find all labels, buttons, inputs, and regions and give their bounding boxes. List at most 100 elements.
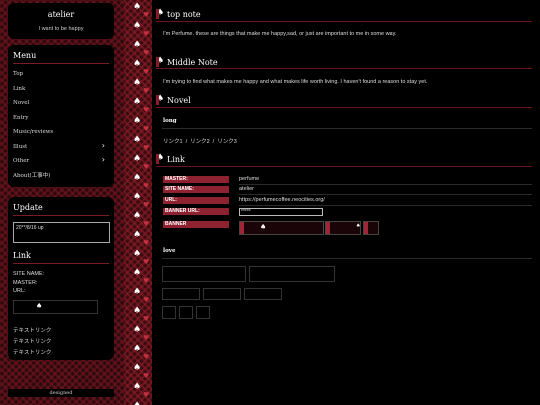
menu-item[interactable]: Top: [13, 70, 109, 85]
middle-note-text: I'm trying to find what makes me happy a…: [163, 79, 428, 85]
heart-icon: ♥: [143, 11, 150, 19]
heart-icon: ♥: [143, 258, 150, 266]
banner-image-large[interactable]: ♠: [239, 221, 324, 235]
banner-placeholder[interactable]: [244, 288, 282, 300]
novel-title: Novel: [167, 95, 191, 105]
spade-icon: ♠: [133, 78, 142, 88]
banner-image[interactable]: ♠: [13, 299, 98, 314]
spade-icon: ♠: [133, 192, 142, 202]
novel-link-list: リンク1/リンク2/リンク3: [163, 137, 237, 145]
chevron-right-icon: ›: [101, 140, 105, 150]
menu-panel: Menu Top Link Novel Entry Music/reviews Illus…: [8, 45, 114, 187]
spade-icon: ♠: [133, 2, 142, 12]
spade-icon: ♠: [133, 21, 142, 31]
spade-icon: ♠: [356, 223, 361, 229]
heart-icon: ♥: [143, 315, 150, 323]
link-heading: Link: [13, 251, 109, 264]
divider: [156, 166, 532, 167]
spade-icon: ♠: [133, 268, 142, 278]
site-name-row: SITE NAME: atelier: [163, 186, 532, 195]
menu-heading: Menu: [13, 51, 109, 64]
text-link[interactable]: テキストリンク: [13, 326, 109, 337]
link-separator: /: [185, 139, 188, 145]
url-value[interactable]: https://perfumecoffee.neocities.org/: [239, 197, 325, 204]
banner-placeholder[interactable]: [196, 306, 210, 319]
novel-link[interactable]: リンク3: [217, 139, 237, 145]
spade-icon: ♠: [133, 306, 142, 316]
heart-icon: ♥: [143, 144, 150, 152]
designed-footer: designed: [8, 389, 114, 397]
heart-icon: ♥: [143, 87, 150, 95]
spade-icon: ♠: [133, 382, 142, 392]
menu-item[interactable]: Music/reviews: [13, 128, 109, 143]
site-name-label: SITE NAME:: [163, 186, 229, 193]
site-title: atelier: [47, 10, 75, 19]
banner-placeholder[interactable]: [162, 306, 176, 319]
master-label: MASTER:: [163, 176, 229, 183]
site-name-value: atelier: [239, 186, 254, 192]
text-link[interactable]: テキストリンク: [13, 337, 109, 348]
banner-image-mini[interactable]: [363, 221, 379, 235]
text-link-list: テキストリンク テキストリンク テキストリンク: [13, 326, 109, 359]
novel-link[interactable]: リンク2: [190, 139, 210, 145]
menu-item[interactable]: Other ›: [13, 155, 109, 172]
spade-bullet-icon: [156, 8, 165, 19]
update-box: 20**/8/16 up: [13, 222, 110, 243]
spade-icon: ♠: [133, 249, 142, 259]
heart-icon: ♥: [143, 277, 150, 285]
heart-icon: ♥: [143, 30, 150, 38]
menu-item[interactable]: Link: [13, 85, 109, 100]
main-content: top note I'm Perfume. these are things t…: [152, 0, 540, 405]
master-value: perfume: [239, 176, 260, 182]
site-header-panel: atelier I want to be happy: [8, 3, 114, 39]
heart-icon: ♥: [143, 106, 150, 114]
spade-icon: ♠: [133, 211, 142, 221]
menu-item-label: Music/reviews: [13, 129, 54, 135]
banner-placeholder[interactable]: [162, 288, 200, 300]
chevron-right-icon: ›: [101, 155, 105, 164]
spade-icon: ♠: [36, 301, 43, 310]
menu-item[interactable]: Novel: [13, 99, 109, 114]
spade-bullet-icon: [156, 94, 165, 105]
heart-icon: ♥: [143, 125, 150, 133]
menu-item[interactable]: Entry: [13, 114, 109, 129]
menu-item[interactable]: About(工事中): [13, 172, 109, 187]
heart-icon: ♥: [143, 163, 150, 171]
top-note-heading: top note: [156, 8, 201, 19]
banner-url-label: BANNER URL:: [163, 208, 229, 215]
url-label: URL:: [163, 197, 229, 204]
banner-placeholder[interactable]: [179, 306, 193, 319]
heart-icon: ♥: [143, 334, 150, 342]
banner-image-small[interactable]: ♠: [325, 221, 361, 235]
divider: [239, 184, 532, 185]
banner-placeholder[interactable]: [249, 266, 335, 282]
spade-border-strip: ♠ ♥ ♠ ♥ ♠ ♥ ♠ ♥ ♠ ♥ ♠ ♥ ♠ ♥ ♠ ♥ ♠ ♥ ♠ ♥ ♠ ♥ ♠ ♥ ♠ ♥ ♠ ♥ ♠ ♥ ♠ ♥ ♠ ♥ ♠ ♥ ♠ ♥ ♠ ♥…: [124, 0, 152, 405]
link-section-heading: Link: [156, 153, 185, 164]
url-row: URL: https://perfumecoffee.neocities.org…: [163, 197, 532, 206]
link-section-title: Link: [167, 154, 185, 164]
spade-icon: ♠: [133, 116, 142, 126]
banner-placeholder[interactable]: [162, 266, 246, 282]
spade-icon: ♠: [133, 325, 142, 335]
menu-item-label: Top: [13, 71, 24, 77]
update-panel: Update 20**/8/16 up Link SITE NAME: MASTE…: [8, 197, 114, 360]
heart-icon: ♥: [143, 201, 150, 209]
menu-item-label: Illust: [13, 143, 28, 150]
menu-item[interactable]: Illust ›: [13, 140, 109, 158]
banner-url-row: BANNER URL: *****: [163, 208, 532, 216]
link-field: SITE NAME:: [13, 271, 45, 277]
spade-icon: ♠: [133, 363, 142, 373]
banner-placeholder[interactable]: [203, 288, 241, 300]
menu-item-label: About(工事中): [13, 172, 51, 179]
middle-note-heading: Middle Note: [156, 56, 218, 67]
menu-item-label: Entry: [13, 114, 29, 121]
banner-url-field[interactable]: *****: [239, 208, 323, 216]
master-row: MASTER: perfume: [163, 176, 532, 185]
novel-link[interactable]: リンク1: [163, 139, 183, 145]
text-link[interactable]: テキストリンク: [13, 348, 109, 359]
menu-item-label: Link: [13, 85, 26, 92]
heart-icon: ♥: [143, 372, 150, 380]
spade-icon: ♠: [133, 173, 142, 183]
heart-icon: ♥: [143, 239, 150, 247]
banner-row: BANNER ♠ ♠: [163, 221, 532, 237]
